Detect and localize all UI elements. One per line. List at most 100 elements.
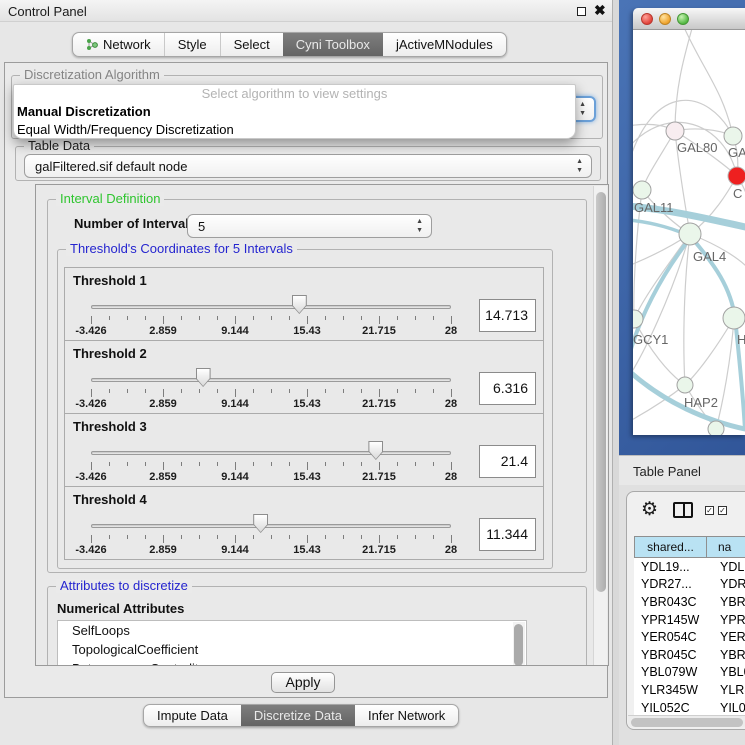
list-scrollbar[interactable] <box>513 622 525 666</box>
network-edge[interactable] <box>633 234 690 378</box>
tab-select[interactable]: Select <box>221 33 284 56</box>
table-data-combo[interactable]: galFiltered.sif default node ▲▼ <box>24 154 592 178</box>
list-item[interactable]: TopologicalCoefficient <box>58 640 526 659</box>
tick-mark <box>379 535 380 543</box>
slider-track[interactable] <box>91 524 451 528</box>
network-node-ga[interactable] <box>724 127 742 145</box>
network-edge[interactable] <box>683 30 733 136</box>
network-canvas[interactable]: GAL80GACGAL11GAL4GCY1HHAP2 <box>633 30 745 435</box>
network-node-h[interactable] <box>723 307 745 329</box>
column-header-name[interactable]: na <box>707 536 745 558</box>
cell-name: YDR2 <box>707 577 745 591</box>
tick-label: 28 <box>445 398 457 410</box>
network-edge[interactable] <box>642 131 675 190</box>
tick-label: 2.859 <box>149 325 177 337</box>
content-panel: Discretization Algorithm ▲▼ Table Data g… <box>4 62 608 698</box>
threshold-slider[interactable]: -3.4262.8599.14415.4321.71528 <box>91 414 451 488</box>
tick-label: 9.144 <box>221 398 249 410</box>
table-row[interactable]: YDL19...YDL1 <box>634 558 745 576</box>
list-item[interactable]: SelfLoops <box>58 621 526 640</box>
threshold-slider[interactable]: -3.4262.8599.14415.4321.71528 <box>91 268 451 342</box>
network-node[interactable] <box>708 421 724 435</box>
threshold-value-field[interactable]: 11.344 <box>479 518 536 551</box>
threshold-value-field[interactable]: 21.4 <box>479 445 536 478</box>
tick-mark <box>361 389 362 393</box>
table-row[interactable]: YBR045CYBR0 <box>634 646 745 664</box>
popup-placeholder-item[interactable]: Select algorithm to view settings <box>14 85 575 103</box>
columns-icon[interactable] <box>673 502 693 518</box>
tab-style[interactable]: Style <box>165 33 221 56</box>
tick-mark <box>199 535 200 539</box>
right-panel: GAL80GACGAL11GAL4GCY1HHAP2 Table Panel ⚙… <box>619 0 745 745</box>
float-window-icon[interactable] <box>577 7 586 16</box>
popup-item-equal-width[interactable]: Equal Width/Frequency Discretization <box>14 121 575 139</box>
top-tab-bar: NetworkStyle Select Cyni ToolboxjActiveMNo… <box>72 32 507 57</box>
checkbox-icon[interactable]: ✓ <box>705 506 714 515</box>
network-window[interactable]: GAL80GACGAL11GAL4GCY1HHAP2 <box>633 8 745 435</box>
tab-discretize-data[interactable]: Discretize Data <box>241 705 355 726</box>
table-row[interactable]: YLR345WYLR3 <box>634 681 745 699</box>
list-item[interactable]: BetweennessCentrality <box>58 659 526 666</box>
horizontal-scrollbar[interactable] <box>628 715 745 727</box>
table-panel-window: ⚙ ✓ ✓ shared... na YDL19...YDL1YDR27...Y… <box>626 491 745 730</box>
table-row[interactable]: YBL079WYBL0 <box>634 664 745 682</box>
threshold-value-field[interactable]: 6.316 <box>479 372 536 405</box>
network-edge[interactable] <box>675 30 693 131</box>
tick-mark <box>379 316 380 324</box>
gear-icon[interactable]: ⚙ <box>641 498 658 521</box>
tab-label: Select <box>234 37 270 52</box>
slider-track[interactable] <box>91 378 451 382</box>
threshold-value-field[interactable]: 14.713 <box>479 299 536 332</box>
network-node-gal80[interactable] <box>666 122 684 140</box>
checkbox-icon[interactable]: ✓ <box>718 506 727 515</box>
network-node-gal11[interactable] <box>633 181 651 199</box>
close-icon[interactable]: ✖ <box>594 2 606 19</box>
slider-thumb[interactable] <box>253 514 268 533</box>
slider-track[interactable] <box>91 451 451 455</box>
tab-cyni-toolbox[interactable]: Cyni Toolbox <box>283 33 383 56</box>
tick-mark <box>343 535 344 539</box>
slider-track[interactable] <box>91 305 451 309</box>
network-edge[interactable] <box>716 318 734 429</box>
table-row[interactable]: YBR043CYBR0 <box>634 593 745 611</box>
settings-scrollpane: Interval Definition Number of Intervals … <box>35 184 609 666</box>
popup-item-manual-discretization[interactable]: Manual Discretization <box>14 103 575 121</box>
tab-network[interactable]: Network <box>73 33 165 56</box>
network-edge[interactable] <box>684 234 690 385</box>
tick-mark <box>199 389 200 393</box>
table-row[interactable]: YDR27...YDR2 <box>634 576 745 594</box>
threshold-slider[interactable]: -3.4262.8599.14415.4321.71528 <box>91 487 451 561</box>
table-row[interactable]: YIL052CYIL0 <box>634 699 745 715</box>
network-node-c[interactable] <box>728 167 745 185</box>
table-row[interactable]: YPR145WYPR1 <box>634 611 745 629</box>
tick-mark <box>127 389 128 393</box>
network-edge[interactable] <box>685 318 734 385</box>
slider-thumb[interactable] <box>292 295 307 314</box>
node-label: GAL80 <box>677 140 717 155</box>
vertical-scrollbar[interactable] <box>593 186 607 666</box>
zoom-traffic-light-icon[interactable] <box>677 13 689 25</box>
algorithm-dropdown-popup: Select algorithm to view settings Manual… <box>13 84 576 139</box>
network-node-gal4[interactable] <box>679 223 701 245</box>
tick-label: 15.43 <box>293 544 321 556</box>
column-header-shared-name[interactable]: shared... <box>634 536 707 558</box>
tick-mark <box>235 535 236 543</box>
numerical-attributes-list[interactable]: SelfLoopsTopologicalCoefficientBetweenne… <box>57 620 527 666</box>
tab-infer-network[interactable]: Infer Network <box>355 705 458 726</box>
number-of-intervals-combo[interactable]: 5 ▲▼ <box>187 214 432 238</box>
tick-mark <box>433 389 434 393</box>
network-graph: GAL80GACGAL11GAL4GCY1HHAP2 <box>633 30 745 435</box>
tab-impute-data[interactable]: Impute Data <box>144 705 242 726</box>
table-row[interactable]: YER054CYER0 <box>634 628 745 646</box>
tab-label: Infer Network <box>368 708 445 723</box>
network-node-hap2[interactable] <box>677 377 693 393</box>
slider-thumb[interactable] <box>368 441 383 460</box>
close-traffic-light-icon[interactable] <box>641 13 653 25</box>
threshold-slider[interactable]: -3.4262.8599.14415.4321.71528 <box>91 341 451 415</box>
tick-mark <box>253 389 254 393</box>
slider-thumb[interactable] <box>196 368 211 387</box>
apply-button[interactable]: Apply <box>271 672 335 693</box>
tab-jactivemnodules[interactable]: jActiveMNodules <box>383 33 506 56</box>
network-edge[interactable] <box>634 319 685 385</box>
minimize-traffic-light-icon[interactable] <box>659 13 671 25</box>
